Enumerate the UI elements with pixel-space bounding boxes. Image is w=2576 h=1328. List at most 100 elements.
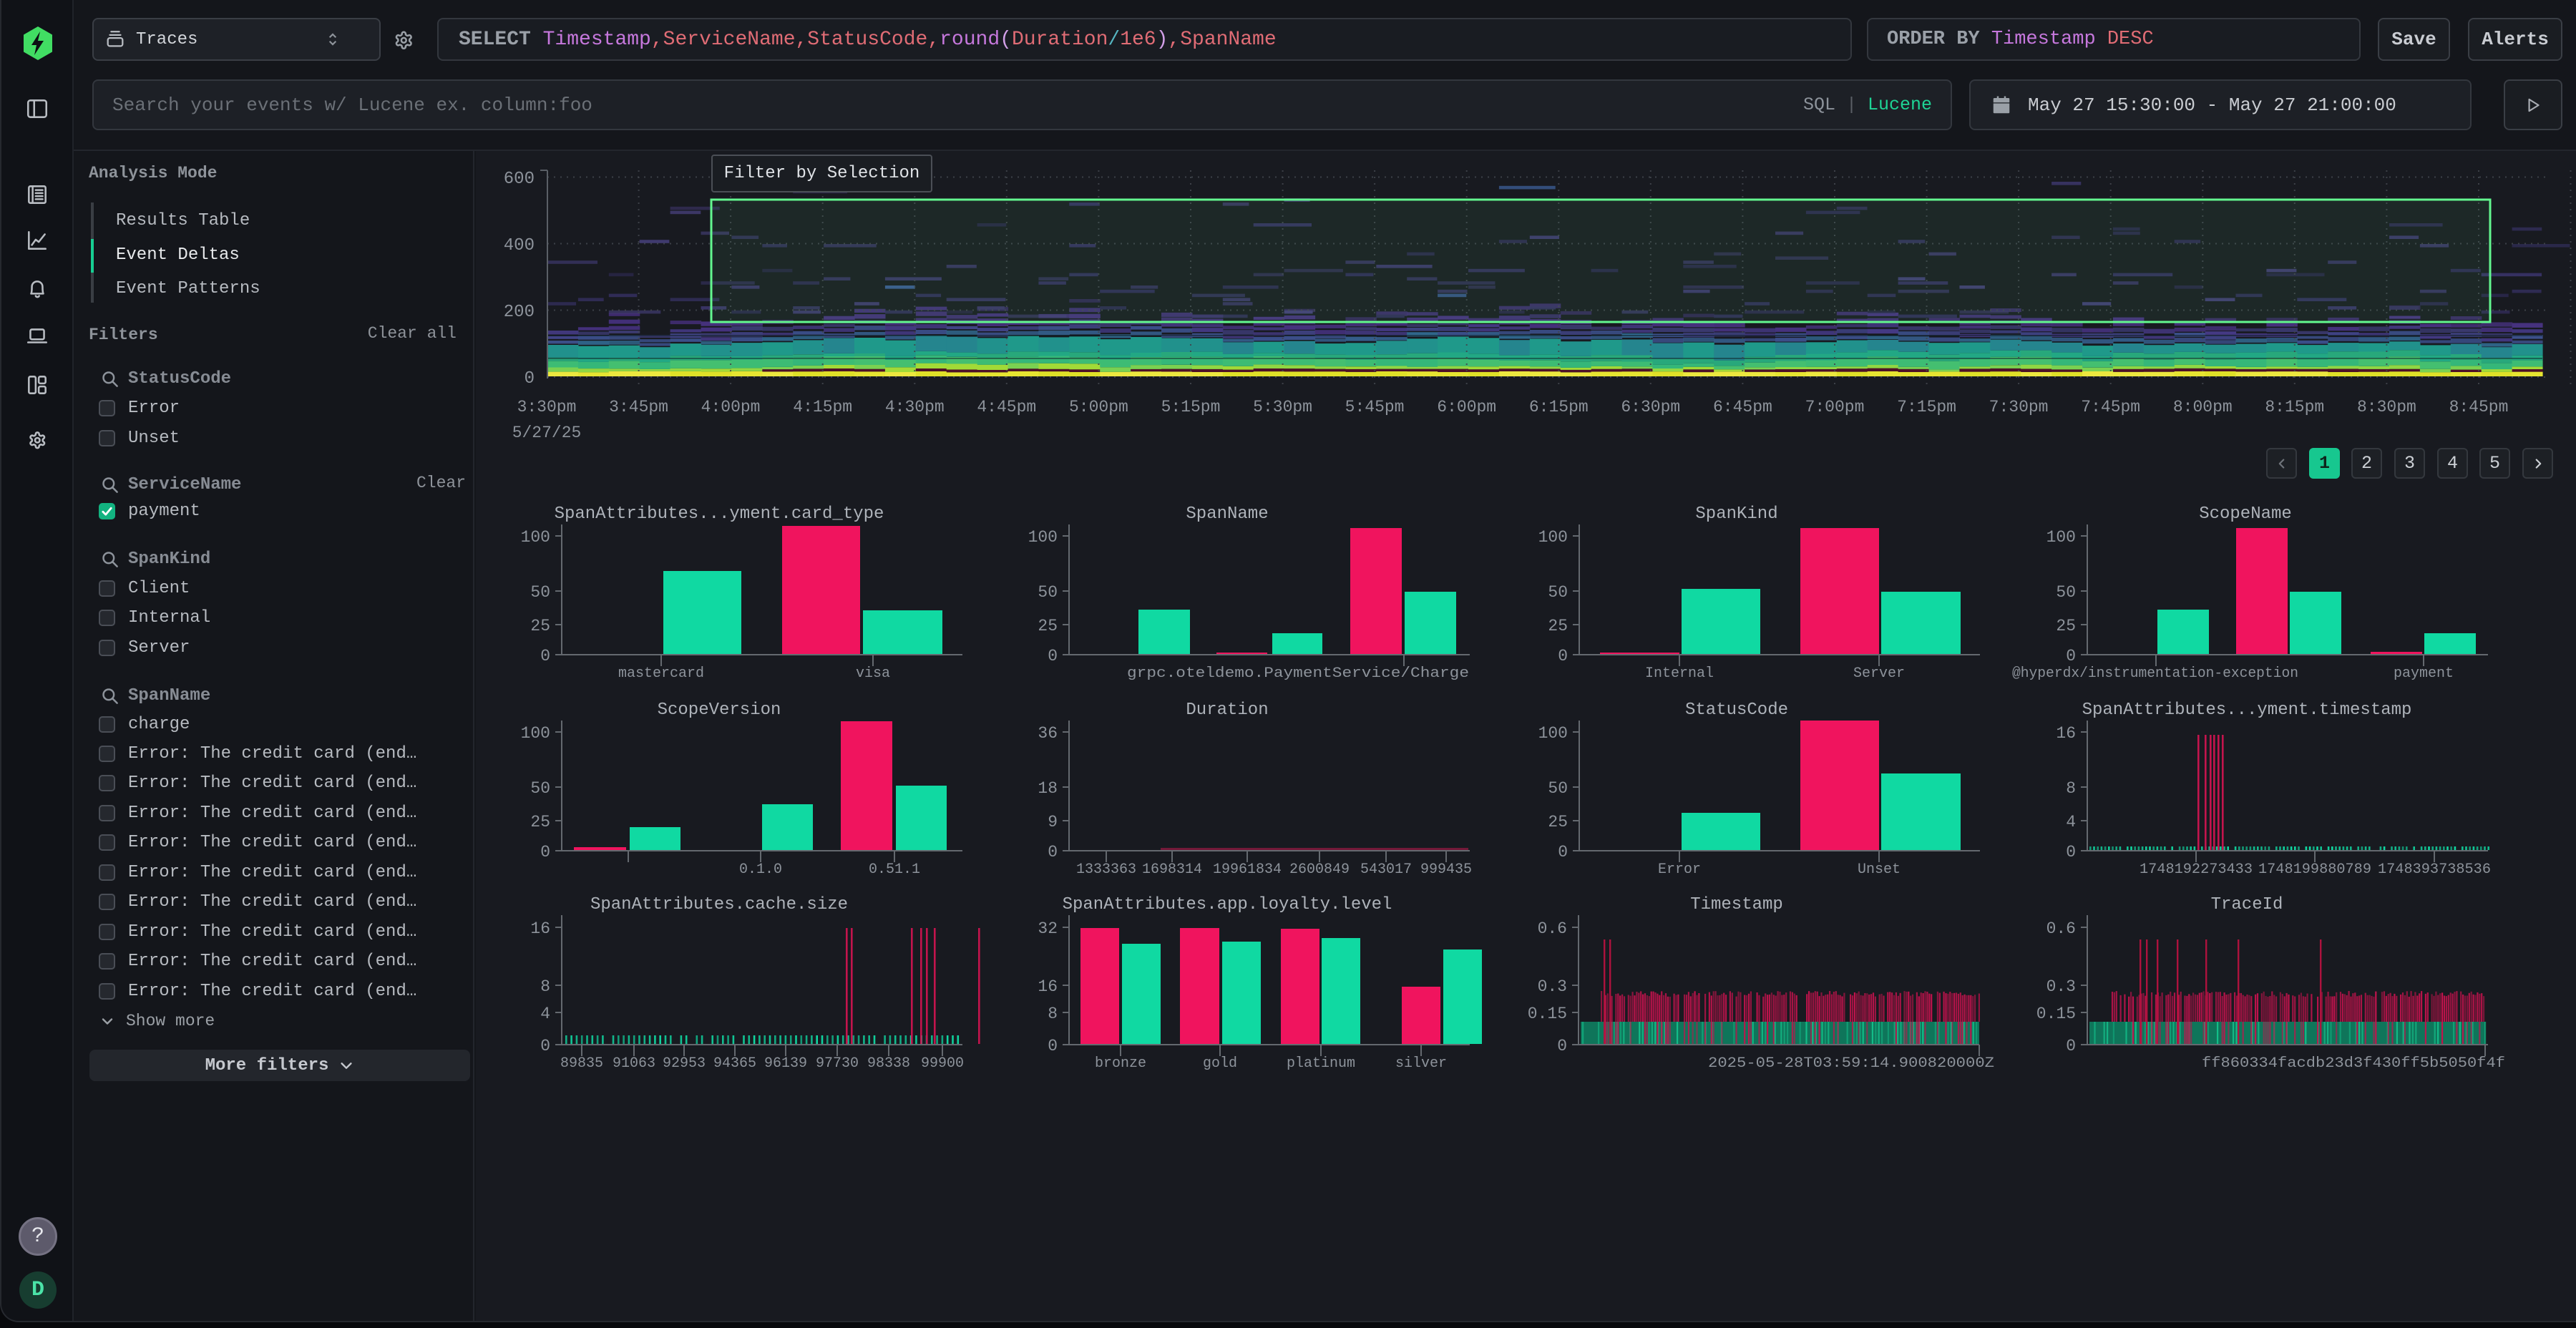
svg-text:SpanAttributes.app.loyalty.lev: SpanAttributes.app.loyalty.level: [1063, 895, 1392, 914]
svg-text:100: 100: [2046, 528, 2076, 547]
svg-text:97730: 97730: [816, 1055, 859, 1072]
svg-text:100: 100: [1538, 528, 1568, 547]
svg-text:0: 0: [2066, 843, 2076, 861]
svg-text:0: 0: [540, 1037, 550, 1055]
svg-text:50: 50: [2056, 583, 2076, 602]
svg-text:25: 25: [1548, 813, 1568, 831]
svg-text:0: 0: [1558, 647, 1568, 665]
svg-text:8: 8: [540, 977, 550, 996]
svg-text:99900: 99900: [921, 1055, 964, 1072]
svg-text:mastercard: mastercard: [618, 665, 704, 682]
svg-text:0: 0: [1558, 843, 1568, 861]
svg-text:6:30pm: 6:30pm: [1621, 398, 1680, 416]
svg-text:100: 100: [521, 724, 550, 743]
svg-text:4:00pm: 4:00pm: [701, 398, 761, 416]
svg-text:8:00pm: 8:00pm: [2173, 398, 2233, 416]
svg-text:96139: 96139: [764, 1055, 807, 1072]
svg-text:0.3: 0.3: [1538, 977, 1567, 996]
svg-text:5:30pm: 5:30pm: [1253, 398, 1312, 416]
svg-text:0: 0: [1048, 1037, 1058, 1055]
svg-text:50: 50: [530, 779, 550, 798]
svg-text:1748192273433: 1748192273433: [2140, 861, 2253, 878]
svg-text:999435: 999435: [1420, 861, 1472, 878]
svg-text:0: 0: [1048, 843, 1058, 861]
svg-text:0: 0: [525, 369, 535, 389]
svg-text:16: 16: [530, 919, 550, 938]
svg-text:0: 0: [540, 647, 550, 665]
svg-text:StatusCode: StatusCode: [1685, 700, 1788, 720]
svg-text:Error: Error: [1658, 861, 1701, 878]
svg-text:18: 18: [1038, 779, 1058, 798]
svg-text:25: 25: [1548, 617, 1568, 635]
svg-text:1333363: 1333363: [1076, 861, 1136, 878]
svg-text:98338: 98338: [867, 1055, 910, 1072]
svg-text:Server: Server: [1853, 665, 1905, 682]
svg-text:3:30pm: 3:30pm: [517, 398, 577, 416]
svg-text:5:00pm: 5:00pm: [1069, 398, 1128, 416]
svg-text:89835: 89835: [560, 1055, 603, 1072]
svg-text:200: 200: [504, 303, 535, 322]
svg-text:payment: payment: [2394, 665, 2454, 682]
svg-text:100: 100: [521, 528, 550, 547]
svg-text:ScopeName: ScopeName: [2199, 504, 2292, 524]
svg-text:6:45pm: 6:45pm: [1713, 398, 1772, 416]
svg-text:visa: visa: [856, 665, 890, 682]
svg-text:0: 0: [1557, 1037, 1567, 1055]
svg-text:silver: silver: [1395, 1055, 1447, 1072]
svg-text:32: 32: [1038, 919, 1058, 938]
svg-text:0.1.0: 0.1.0: [739, 861, 782, 878]
svg-text:19961834: 19961834: [1213, 861, 1282, 878]
svg-text:50: 50: [1548, 779, 1568, 798]
svg-text:1748199880789: 1748199880789: [2258, 861, 2371, 878]
svg-text:gold: gold: [1203, 1055, 1237, 1072]
svg-text:0.51.1: 0.51.1: [869, 861, 920, 878]
svg-text:2025-05-28T03:59:14.900820000Z: 2025-05-28T03:59:14.900820000Z: [1708, 1055, 1994, 1072]
svg-text:3:45pm: 3:45pm: [609, 398, 668, 416]
svg-text:7:45pm: 7:45pm: [2081, 398, 2140, 416]
svg-text:Duration: Duration: [1186, 700, 1268, 720]
svg-text:9: 9: [1048, 813, 1058, 831]
svg-text:25: 25: [2056, 617, 2076, 635]
svg-text:8: 8: [2066, 779, 2076, 798]
svg-text:100: 100: [1028, 528, 1058, 547]
svg-text:0: 0: [2066, 1037, 2076, 1055]
svg-text:SpanName: SpanName: [1186, 504, 1268, 524]
svg-text:16: 16: [2056, 724, 2076, 743]
svg-text:0.6: 0.6: [2046, 919, 2076, 938]
svg-text:0.15: 0.15: [2036, 1005, 2076, 1023]
svg-text:50: 50: [530, 583, 550, 602]
svg-text:543017: 543017: [1360, 861, 1412, 878]
svg-text:50: 50: [1038, 583, 1058, 602]
svg-text:2600849: 2600849: [1289, 861, 1350, 878]
svg-text:5:45pm: 5:45pm: [1345, 398, 1405, 416]
svg-text:8:45pm: 8:45pm: [2449, 398, 2509, 416]
svg-text:Unset: Unset: [1858, 861, 1901, 878]
svg-text:@hyperdx/instrumentation-excep: @hyperdx/instrumentation-exception: [2012, 665, 2298, 682]
svg-text:36: 36: [1038, 724, 1058, 743]
svg-text:7:15pm: 7:15pm: [1897, 398, 1956, 416]
svg-text:0.3: 0.3: [2046, 977, 2076, 996]
svg-text:Internal: Internal: [1645, 665, 1714, 682]
svg-text:8: 8: [1048, 1005, 1058, 1023]
svg-text:5/27/25: 5/27/25: [512, 424, 582, 442]
svg-text:5:15pm: 5:15pm: [1161, 398, 1221, 416]
svg-text:0: 0: [1048, 647, 1058, 665]
svg-text:TraceId: TraceId: [2211, 895, 2283, 914]
svg-text:SpanAttributes.cache.size: SpanAttributes.cache.size: [590, 895, 848, 914]
svg-text:4:15pm: 4:15pm: [793, 398, 852, 416]
svg-text:4:30pm: 4:30pm: [885, 398, 945, 416]
svg-text:25: 25: [1038, 617, 1058, 635]
svg-text:0: 0: [540, 843, 550, 861]
svg-text:6:00pm: 6:00pm: [1437, 398, 1496, 416]
svg-text:94365: 94365: [713, 1055, 756, 1072]
svg-text:25: 25: [530, 617, 550, 635]
svg-text:platinum: platinum: [1287, 1055, 1355, 1072]
svg-text:8:15pm: 8:15pm: [2265, 398, 2324, 416]
svg-text:4:45pm: 4:45pm: [977, 398, 1036, 416]
svg-text:1698314: 1698314: [1142, 861, 1202, 878]
svg-text:grpc.oteldemo.PaymentService/C: grpc.oteldemo.PaymentService/Charge: [1127, 665, 1469, 682]
svg-text:SpanKind: SpanKind: [1695, 504, 1777, 524]
svg-text:0: 0: [2066, 647, 2076, 665]
svg-text:25: 25: [530, 813, 550, 831]
svg-text:16: 16: [1038, 977, 1058, 996]
